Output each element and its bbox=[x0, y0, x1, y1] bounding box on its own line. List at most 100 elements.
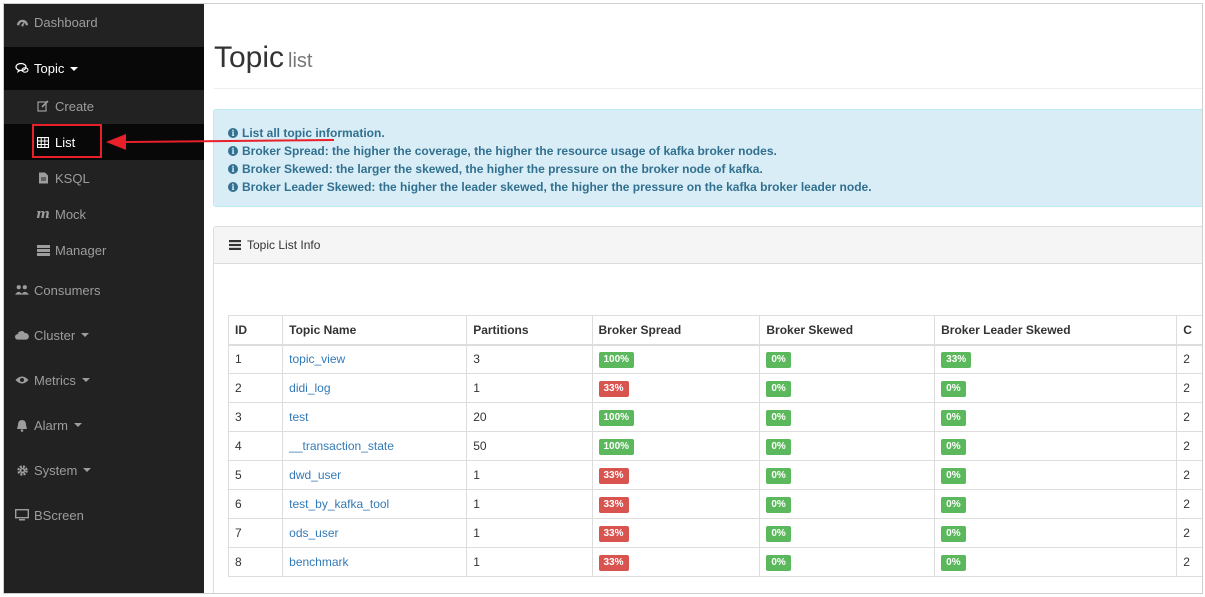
cell: 33% bbox=[591, 489, 761, 519]
sidebar-item-label: BScreen bbox=[34, 507, 84, 523]
sidebar-item-alarm[interactable]: Alarm bbox=[4, 407, 204, 443]
broker-spread-badge: 100% bbox=[598, 438, 635, 455]
topic-link[interactable]: __transaction_state bbox=[289, 439, 394, 453]
broker-spread-badge: 33% bbox=[598, 380, 629, 397]
table-row: 6 test_by_kafka_tool 1 33% 0% 0% 2 bbox=[227, 489, 1202, 519]
cell: 33% bbox=[934, 344, 1178, 374]
topic-link[interactable]: test_by_kafka_tool bbox=[289, 497, 389, 511]
broker-skewed-badge: 0% bbox=[766, 351, 791, 368]
broker-skewed-badge: 0% bbox=[766, 554, 791, 571]
broker-spread-badge: 100% bbox=[598, 351, 635, 368]
table-row: 5 dwd_user 1 33% 0% 0% 2 bbox=[227, 460, 1202, 490]
cell: 8 bbox=[227, 547, 284, 577]
cell: 0% bbox=[759, 431, 936, 461]
broker-skewed-badge: 0% bbox=[766, 438, 791, 455]
info-icon: i bbox=[228, 164, 238, 174]
sidebar-item-bscreen[interactable]: BScreen bbox=[4, 497, 204, 533]
leader-skewed-badge: 33% bbox=[941, 351, 972, 368]
mock-icon: m bbox=[36, 206, 50, 222]
sidebar-item-manager[interactable]: Manager bbox=[4, 232, 204, 268]
cell: 0% bbox=[759, 547, 936, 577]
chevron-down-icon bbox=[73, 423, 82, 427]
cell: didi_log bbox=[282, 373, 468, 403]
cell: 2 bbox=[1176, 460, 1202, 490]
sidebar-item-dashboard[interactable]: Dashboard bbox=[4, 4, 204, 40]
broker-spread-badge: 100% bbox=[598, 409, 635, 426]
column-header[interactable]: Partitions bbox=[466, 315, 593, 346]
broker-skewed-badge: 0% bbox=[766, 380, 791, 397]
gear-icon bbox=[15, 463, 29, 477]
cell-partitions: 20 bbox=[473, 410, 487, 424]
cell-c: 2 bbox=[1183, 439, 1190, 453]
cell-id: 1 bbox=[235, 352, 242, 367]
bell-icon bbox=[15, 418, 29, 432]
cell: 1 bbox=[466, 547, 593, 577]
column-header[interactable]: C bbox=[1176, 315, 1202, 346]
cell: 20 bbox=[466, 402, 593, 432]
column-header[interactable]: Broker Skewed bbox=[759, 315, 936, 346]
cell: 33% bbox=[591, 547, 761, 577]
topic-link[interactable]: didi_log bbox=[289, 381, 330, 395]
alert-text: Broker Skewed: the larger the skewed, th… bbox=[242, 162, 763, 176]
topic-link[interactable]: dwd_user bbox=[289, 468, 341, 482]
column-header[interactable]: Broker Leader Skewed bbox=[934, 315, 1178, 346]
cell-c: 2 bbox=[1183, 555, 1190, 569]
sidebar-item-label: System bbox=[34, 462, 78, 478]
cell-partitions: 3 bbox=[473, 352, 480, 367]
monitor-icon bbox=[15, 508, 29, 522]
cell: 7 bbox=[227, 518, 284, 548]
table-row: 7 ods_user 1 33% 0% 0% 2 bbox=[227, 518, 1202, 548]
sidebar-item-system[interactable]: System bbox=[4, 452, 204, 488]
leader-skewed-badge: 0% bbox=[941, 525, 966, 542]
sidebar-item-metrics[interactable]: Metrics bbox=[4, 362, 204, 398]
topic-link[interactable]: benchmark bbox=[289, 555, 348, 569]
sidebar-item-mock[interactable]: m Mock bbox=[4, 196, 204, 232]
topic-link[interactable]: test bbox=[289, 410, 308, 424]
table-header-row: ID Topic Name Partitions Broker Spread B… bbox=[227, 315, 1202, 346]
divider bbox=[214, 88, 1202, 89]
cell-c: 2 bbox=[1183, 410, 1190, 424]
sidebar-item-create[interactable]: Create bbox=[4, 88, 204, 124]
table-row: 1 topic_view 3 100% 0% 33% 2 bbox=[227, 344, 1202, 374]
sidebar-item-topic[interactable]: Topic bbox=[4, 47, 204, 90]
dashboard-icon bbox=[15, 15, 29, 29]
sidebar-item-label: Alarm bbox=[34, 417, 68, 433]
app-frame: Dashboard Topic Create List KSQL m Mock … bbox=[3, 3, 1203, 594]
chevron-down-icon bbox=[70, 66, 79, 71]
column-header[interactable]: Broker Spread bbox=[591, 315, 761, 346]
sidebar-item-cluster[interactable]: Cluster bbox=[4, 317, 204, 353]
sidebar-item-label: Metrics bbox=[34, 372, 76, 388]
alert-line: i Broker Spread: the higher the coverage,… bbox=[228, 142, 1193, 160]
cell: 33% bbox=[591, 518, 761, 548]
alert-line: i List all topic information. bbox=[228, 124, 1193, 142]
sidebar-item-label: Cluster bbox=[34, 327, 76, 343]
cell-c: 2 bbox=[1183, 497, 1190, 511]
info-icon: i bbox=[228, 182, 238, 192]
cell: 33% bbox=[591, 373, 761, 403]
alert-line: i Broker Skewed: the larger the skewed, t… bbox=[228, 160, 1193, 178]
cell: 1 bbox=[466, 460, 593, 490]
topic-link[interactable]: ods_user bbox=[289, 526, 338, 540]
cell: 2 bbox=[1176, 431, 1202, 461]
alert-text: Broker Spread: the higher the coverage, … bbox=[242, 144, 777, 158]
cell: 0% bbox=[934, 518, 1178, 548]
alert-text: List all topic information. bbox=[242, 126, 385, 140]
sidebar-item-ksql[interactable]: KSQL bbox=[4, 160, 204, 196]
chevron-down-icon bbox=[83, 468, 92, 472]
cell: 2 bbox=[1176, 402, 1202, 432]
sidebar-item-label: KSQL bbox=[55, 170, 90, 186]
column-header[interactable]: Topic Name bbox=[282, 315, 468, 346]
cell-id: 6 bbox=[235, 497, 242, 511]
sidebar-item-label: Topic bbox=[34, 61, 65, 76]
column-header[interactable]: ID bbox=[227, 315, 284, 346]
sidebar-item-consumers[interactable]: Consumers bbox=[4, 272, 204, 308]
cell: test_by_kafka_tool bbox=[282, 489, 468, 519]
cell: 0% bbox=[934, 402, 1178, 432]
cell: 50 bbox=[466, 431, 593, 461]
topic-list-panel: Topic List Info ID Topic Name Partitions… bbox=[213, 226, 1202, 593]
topic-link[interactable]: topic_view bbox=[289, 352, 345, 366]
broker-skewed-badge: 0% bbox=[766, 525, 791, 542]
cell-partitions: 1 bbox=[473, 526, 480, 540]
cell-c: 2 bbox=[1183, 468, 1190, 482]
cell: 0% bbox=[759, 518, 936, 548]
